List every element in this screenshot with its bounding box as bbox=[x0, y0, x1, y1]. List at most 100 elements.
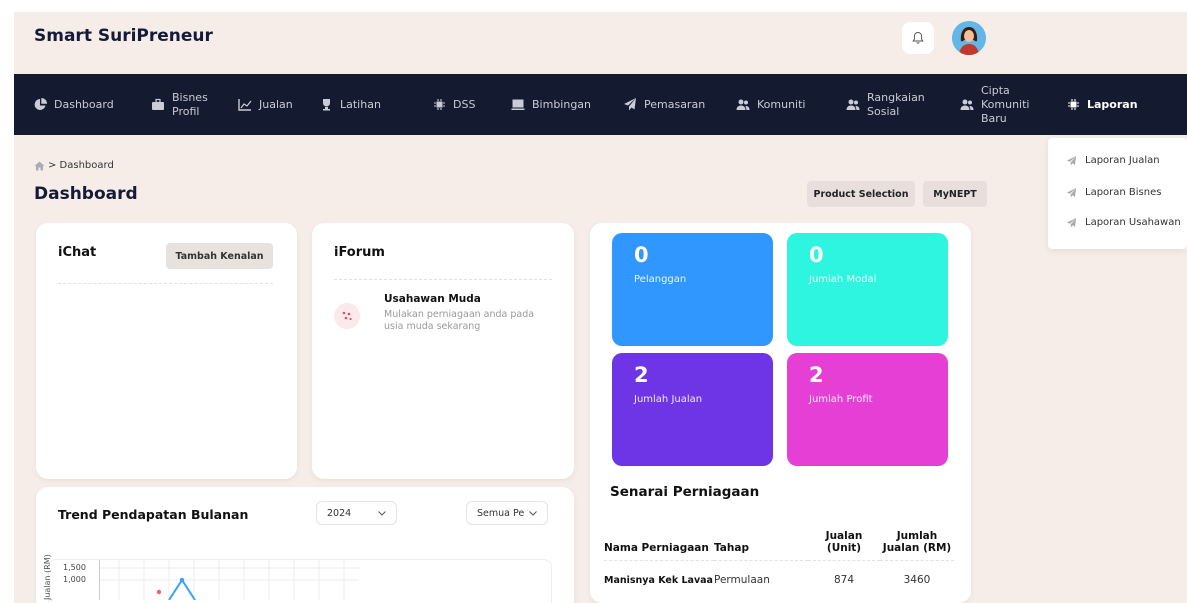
stat-value: 2 bbox=[634, 363, 649, 387]
series-point bbox=[179, 577, 185, 583]
forum-item-title[interactable]: Usahawan Muda bbox=[384, 293, 481, 305]
divider bbox=[58, 283, 273, 284]
avatar[interactable] bbox=[952, 21, 986, 55]
trophy-icon bbox=[319, 98, 333, 112]
users-icon bbox=[846, 98, 860, 112]
table-row[interactable]: Manisnya Kek Lavaa Permulaan 874 3460 bbox=[604, 560, 954, 600]
home-icon[interactable] bbox=[34, 161, 45, 171]
iforum-card: iForum Usahawan Muda Mulakan perniagaan … bbox=[312, 223, 574, 479]
book-icon bbox=[511, 98, 525, 112]
stat-pelanggan: 0 Pelanggan bbox=[612, 233, 773, 346]
col-jualan-unit: Jualan (Unit) bbox=[825, 530, 863, 554]
nav-label: Jualan bbox=[259, 97, 293, 111]
dots-icon bbox=[342, 311, 352, 321]
nav-label: Rangkaian Sosial bbox=[867, 90, 925, 118]
business-table: Nama Perniagaan Tahap Jualan (Unit) Juml… bbox=[604, 520, 954, 600]
nav-label: Dashboard bbox=[54, 97, 114, 111]
pie-chart-icon bbox=[33, 98, 47, 112]
breadcrumb-current[interactable]: > Dashboard bbox=[48, 160, 114, 171]
table-header-row: Nama Perniagaan Tahap Jualan (Unit) Juml… bbox=[604, 520, 954, 554]
bell-icon bbox=[912, 31, 924, 44]
divider bbox=[334, 279, 552, 280]
rocket-icon bbox=[1066, 155, 1077, 166]
stats-card: 0 Pelanggan 0 Jumlah Modal 2 Jumlah Jual… bbox=[590, 223, 971, 603]
chip-icon bbox=[1066, 98, 1080, 112]
year-select-value: 2024 bbox=[327, 507, 352, 519]
nav-label: Cipta Komuniti Baru bbox=[981, 83, 1030, 125]
nav-label: Bisnes Profil bbox=[172, 90, 208, 118]
y-tick-1000: 1,000 bbox=[63, 575, 86, 584]
cell-nama: Manisnya Kek Lavaa bbox=[604, 574, 713, 586]
stat-jumlah-profit: 2 Jumlah Profit bbox=[787, 353, 948, 466]
page-title: Dashboard bbox=[34, 184, 138, 204]
rocket-icon bbox=[1066, 217, 1077, 228]
laporan-dropdown: Laporan Jualan Laporan Bisnes Laporan Us… bbox=[1048, 138, 1187, 249]
nav-dss[interactable]: DSS bbox=[432, 74, 475, 135]
year-select[interactable]: 2024 bbox=[316, 501, 397, 525]
cell-jualan-unit: 874 bbox=[833, 574, 855, 587]
mynept-button[interactable]: MyNEPT bbox=[923, 181, 987, 207]
breadcrumb: > Dashboard bbox=[34, 160, 114, 171]
trend-title: Trend Pendapatan Bulanan bbox=[58, 507, 249, 522]
trend-line-chart bbox=[99, 560, 359, 600]
ichat-title: iChat bbox=[58, 245, 97, 260]
forum-topic-icon bbox=[334, 303, 360, 329]
nav-label: Bimbingan bbox=[532, 97, 592, 111]
y-tick-1500: 1,500 bbox=[63, 563, 86, 572]
trend-chart: Jualan (RM) 1,500 1,000 bbox=[43, 554, 552, 603]
brand-title: Smart SuriPreneur bbox=[34, 26, 213, 46]
rocket-icon bbox=[1066, 187, 1077, 198]
senarai-title: Senarai Perniagaan bbox=[610, 484, 760, 500]
category-select[interactable]: Semua Pe bbox=[466, 501, 548, 525]
app-page: Smart SuriPreneur Dashboard Bisnes Profi… bbox=[14, 12, 1187, 603]
main-navbar: Dashboard Bisnes Profil Jualan Latihan D… bbox=[14, 74, 1187, 135]
series-point bbox=[156, 589, 162, 595]
stat-value: 2 bbox=[809, 363, 824, 387]
menu-label: Laporan Bisnes bbox=[1085, 187, 1162, 198]
nav-jualan[interactable]: Jualan bbox=[238, 74, 293, 135]
col-jumlah-jualan: Jumlah Jualan (RM) bbox=[882, 530, 952, 554]
nav-bisnes-profil[interactable]: Bisnes Profil bbox=[151, 74, 208, 135]
stat-value: 0 bbox=[634, 243, 649, 267]
tambah-kenalan-button[interactable]: Tambah Kenalan bbox=[166, 243, 273, 269]
menu-label: Laporan Jualan bbox=[1085, 155, 1160, 166]
nav-komuniti[interactable]: Komuniti bbox=[736, 74, 805, 135]
category-select-value: Semua Pe bbox=[477, 507, 525, 519]
notification-button[interactable] bbox=[902, 22, 934, 54]
menu-laporan-jualan[interactable]: Laporan Jualan bbox=[1066, 155, 1160, 166]
nav-pemasaran[interactable]: Pemasaran bbox=[623, 74, 705, 135]
rocket-icon bbox=[623, 98, 637, 112]
stat-label: Jumlah Modal bbox=[809, 274, 877, 285]
nav-rangkaian-sosial[interactable]: Rangkaian Sosial bbox=[846, 74, 925, 135]
menu-laporan-bisnes[interactable]: Laporan Bisnes bbox=[1066, 187, 1161, 198]
nav-label: Komuniti bbox=[757, 97, 806, 111]
nav-label: Pemasaran bbox=[644, 97, 706, 111]
user-avatar-icon bbox=[952, 21, 986, 55]
stat-jumlah-modal: 0 Jumlah Modal bbox=[787, 233, 948, 346]
nav-latihan[interactable]: Latihan bbox=[319, 74, 381, 135]
stat-label: Pelanggan bbox=[634, 274, 687, 285]
nav-dashboard[interactable]: Dashboard bbox=[33, 74, 114, 135]
stat-value: 0 bbox=[809, 243, 824, 267]
nav-label: DSS bbox=[453, 97, 476, 111]
chart-ylabel: Jualan (RM) bbox=[43, 554, 52, 600]
nav-bimbingan[interactable]: Bimbingan bbox=[511, 74, 591, 135]
col-nama: Nama Perniagaan bbox=[604, 542, 709, 554]
stat-label: Jumlah Profit bbox=[809, 394, 873, 405]
cell-jumlah-jualan: 3460 bbox=[903, 574, 931, 587]
chart-icon bbox=[238, 98, 252, 112]
col-tahap: Tahap bbox=[714, 542, 749, 554]
trend-card: Trend Pendapatan Bulanan 2024 Semua Pe J… bbox=[36, 487, 574, 603]
nav-cipta-komuniti-baru[interactable]: Cipta Komuniti Baru bbox=[960, 74, 1029, 135]
nav-label: Laporan bbox=[1087, 97, 1138, 111]
users-icon bbox=[960, 98, 974, 112]
product-selection-button[interactable]: Product Selection bbox=[807, 181, 915, 207]
users-icon bbox=[736, 98, 750, 112]
chip-icon bbox=[432, 98, 446, 112]
chevron-down-icon bbox=[529, 510, 537, 516]
forum-item-desc: Mulakan perniagaan anda pada usia muda s… bbox=[384, 309, 535, 332]
nav-label: Latihan bbox=[340, 97, 381, 111]
ichat-card: iChat Tambah Kenalan bbox=[36, 223, 297, 479]
nav-laporan[interactable]: Laporan bbox=[1066, 74, 1138, 135]
menu-laporan-usahawan[interactable]: Laporan Usahawan bbox=[1066, 217, 1181, 228]
